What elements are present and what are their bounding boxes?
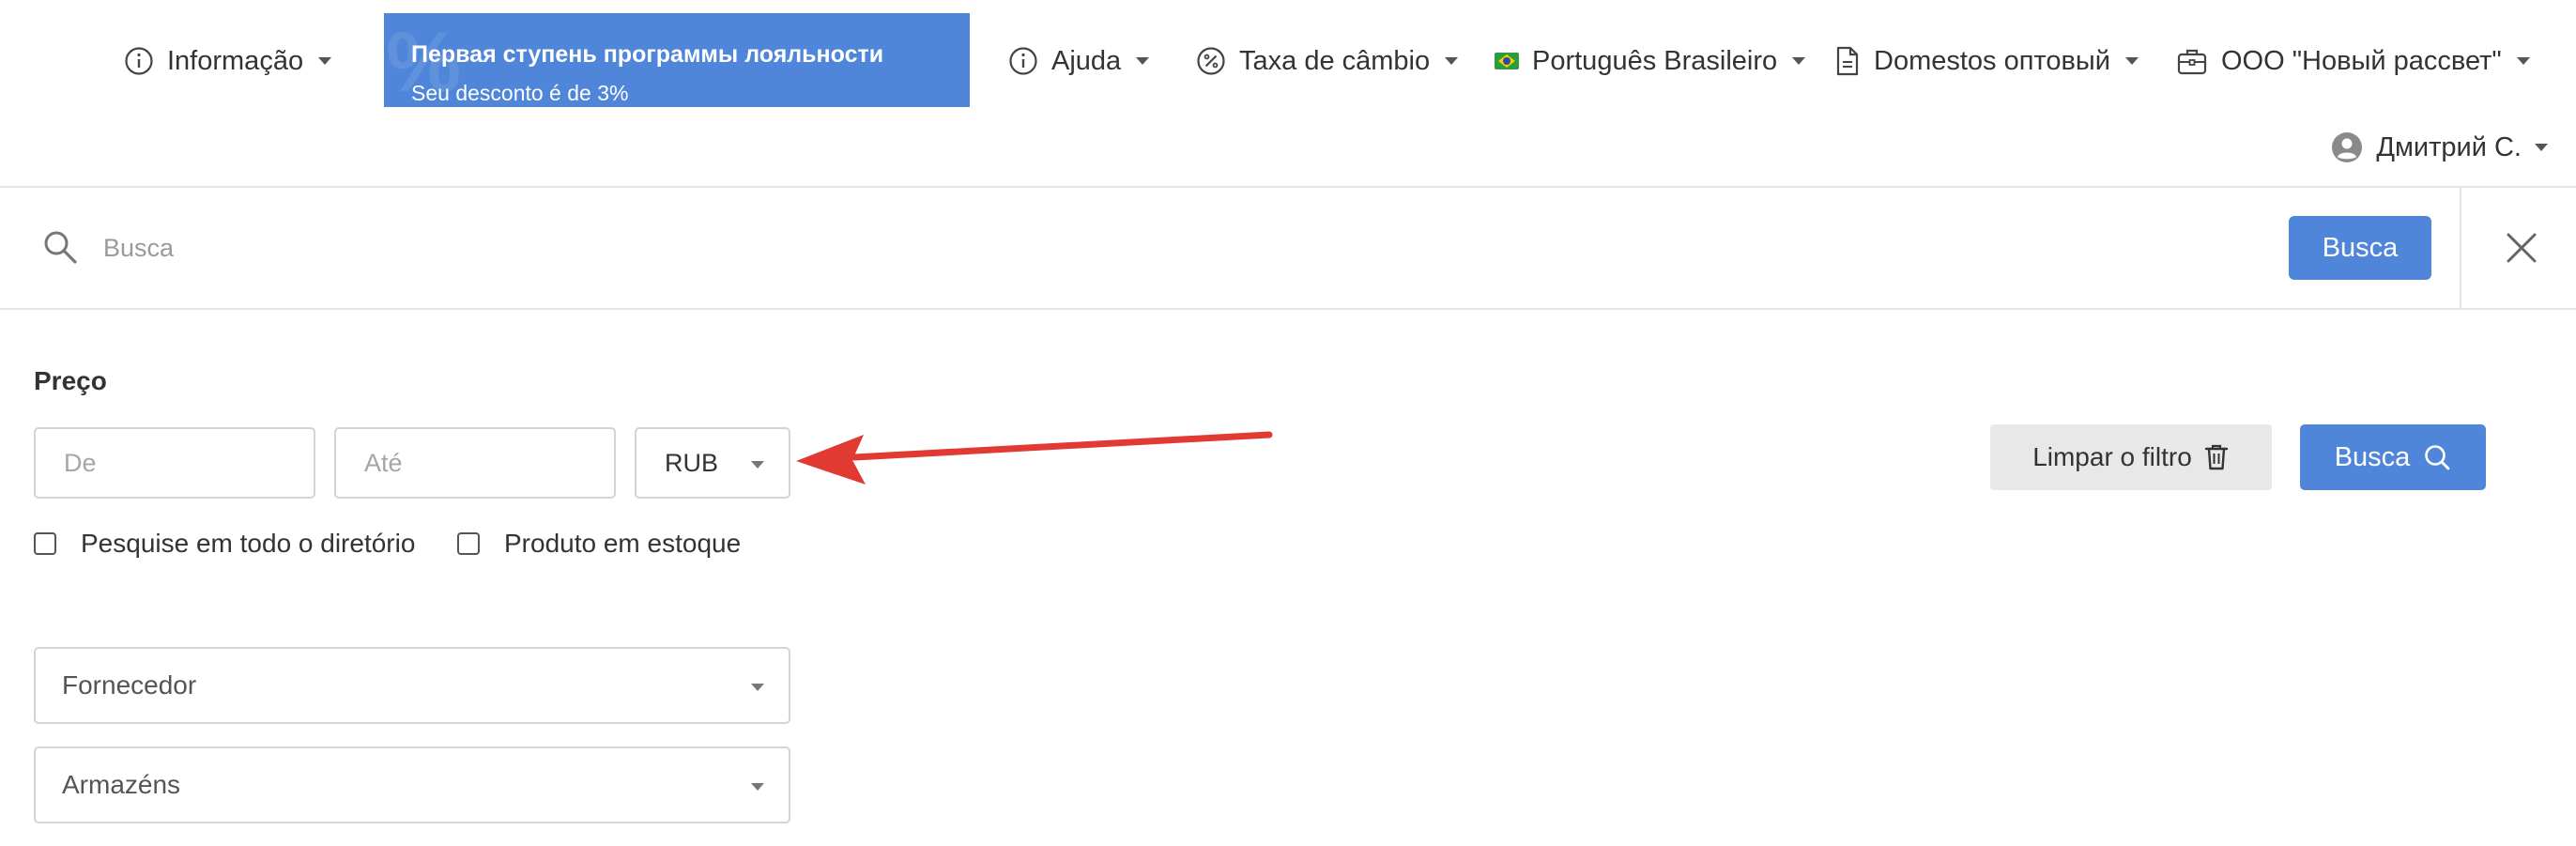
filter-search-label: Busca bbox=[2334, 441, 2411, 472]
search-catalog-label: Pesquise em todo o diretório bbox=[81, 529, 416, 558]
chevron-down-icon bbox=[1136, 57, 1150, 65]
checkbox-box[interactable] bbox=[457, 532, 480, 555]
price-to-input[interactable] bbox=[334, 427, 616, 499]
clear-filter-button[interactable]: Limpar o filtro bbox=[1990, 424, 2272, 490]
warehouse-placeholder: Armazéns bbox=[62, 770, 181, 799]
filter-search-button[interactable]: Busca bbox=[2300, 424, 2486, 490]
clear-filter-label: Limpar o filtro bbox=[2032, 442, 2192, 471]
trash-icon bbox=[2204, 444, 2229, 470]
annotation-arrow bbox=[796, 431, 1273, 485]
search-divider-bottom bbox=[0, 308, 2576, 310]
exchange-rate-menu[interactable]: Taxa de câmbio bbox=[1196, 36, 1459, 86]
search-icon bbox=[2425, 445, 2450, 470]
search-bar: Busca bbox=[0, 188, 2576, 308]
chevron-down-icon bbox=[2535, 144, 2548, 151]
info-circle-icon bbox=[125, 47, 153, 75]
company-menu[interactable]: ООО "Новый рассвет" bbox=[2176, 36, 2530, 86]
briefcase-icon bbox=[2177, 49, 2207, 75]
info-circle-icon bbox=[1009, 47, 1037, 75]
chevron-down-icon bbox=[1445, 57, 1459, 65]
price-from-input[interactable] bbox=[34, 427, 315, 499]
loyalty-discount: Seu desconto é de 3% bbox=[411, 81, 629, 105]
chevron-down-icon bbox=[1792, 57, 1806, 65]
supplier-placeholder: Fornecedor bbox=[62, 670, 197, 700]
chevron-down-icon bbox=[318, 57, 332, 65]
document-menu[interactable]: Domestos оптовый bbox=[1834, 36, 2139, 86]
help-menu-label: Ajuda bbox=[1051, 46, 1122, 76]
chevron-down-icon bbox=[751, 684, 764, 691]
in-stock-checkbox[interactable]: Produto em estoque bbox=[457, 529, 741, 559]
price-label: Preço bbox=[34, 366, 107, 395]
loyalty-title: Первая ступень программы лояльности bbox=[411, 41, 884, 68]
document-icon bbox=[1836, 46, 1859, 76]
language-menu[interactable]: Português Brasileiro bbox=[1495, 36, 1806, 86]
search-catalog-checkbox[interactable]: Pesquise em todo o diretório bbox=[34, 529, 415, 559]
help-menu[interactable]: Ajuda bbox=[1008, 36, 1150, 86]
currency-value: RUB bbox=[665, 448, 719, 477]
company-label: ООО "Новый рассвет" bbox=[2221, 46, 2502, 76]
info-menu[interactable]: Informação bbox=[124, 36, 332, 86]
warehouse-select[interactable]: Armazéns bbox=[34, 746, 790, 823]
search-input[interactable] bbox=[103, 220, 2262, 276]
chevron-down-icon bbox=[2516, 57, 2530, 65]
chevron-down-icon bbox=[751, 783, 764, 791]
loyalty-banner[interactable]: % Первая ступень программы лояльности Se… bbox=[384, 13, 970, 107]
document-label: Domestos оптовый bbox=[1874, 46, 2110, 76]
chevron-down-icon bbox=[751, 461, 764, 469]
info-menu-label: Informação bbox=[167, 46, 304, 76]
user-avatar-icon bbox=[2332, 132, 2363, 162]
chevron-down-icon bbox=[2124, 57, 2139, 65]
supplier-select[interactable]: Fornecedor bbox=[34, 647, 790, 724]
user-name: Дмитрий С. bbox=[2376, 131, 2522, 162]
search-icon bbox=[44, 231, 77, 264]
top-navigation: Informação % Первая ступень программы ло… bbox=[0, 0, 2576, 186]
search-divider bbox=[2460, 188, 2461, 308]
brazil-flag-icon bbox=[1495, 53, 1519, 69]
language-label: Português Brasileiro bbox=[1532, 46, 1778, 76]
search-button[interactable]: Busca bbox=[2289, 216, 2431, 280]
exchange-rate-label: Taxa de câmbio bbox=[1239, 46, 1431, 76]
percent-icon bbox=[1197, 47, 1225, 75]
checkbox-box[interactable] bbox=[34, 532, 56, 555]
close-icon[interactable] bbox=[2505, 231, 2538, 265]
currency-select[interactable]: RUB bbox=[635, 427, 790, 499]
user-menu[interactable]: Дмитрий С. bbox=[2331, 122, 2548, 173]
in-stock-label: Produto em estoque bbox=[504, 529, 742, 558]
